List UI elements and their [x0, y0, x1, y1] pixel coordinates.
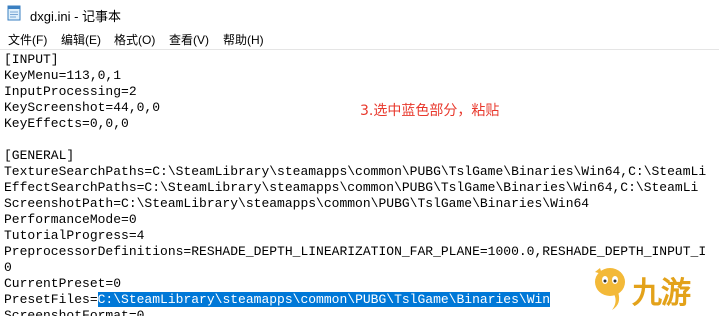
text-line: PerformanceMode=0	[4, 212, 137, 227]
text-line: ScreenshotPath=C:\SteamLibrary\steamapps…	[4, 196, 590, 211]
selected-text[interactable]: C:\SteamLibrary\steamapps\common\PUBG\Ts…	[97, 292, 551, 307]
menu-format[interactable]: 格式(O)	[114, 31, 155, 48]
text-line: 0	[4, 260, 12, 275]
title-bar: dxgi.ini - 记事本	[0, 0, 719, 27]
text-line: KeyScreenshot=44,0,0	[4, 100, 161, 115]
text-line: CurrentPreset=0	[4, 276, 122, 291]
text-line: EffectSearchPaths=C:\SteamLibrary\steama…	[4, 180, 699, 195]
text-line: KeyEffects=0,0,0	[4, 116, 129, 131]
text-line: [GENERAL]	[4, 148, 75, 163]
text-line: TutorialProgress=4	[4, 228, 145, 243]
text-line: ScreenshotFormat=0	[4, 308, 145, 316]
menu-bar: 文件(F) 编辑(E) 格式(O) 查看(V) 帮助(H)	[0, 27, 719, 50]
menu-view[interactable]: 查看(V)	[169, 31, 209, 48]
menu-file[interactable]: 文件(F)	[8, 31, 47, 48]
notepad-icon	[7, 5, 21, 21]
menu-help[interactable]: 帮助(H)	[223, 31, 264, 48]
text-line: PreprocessorDefinitions=RESHADE_DEPTH_LI…	[4, 244, 707, 259]
text-line: TextureSearchPaths=C:\SteamLibrary\steam…	[4, 164, 707, 179]
text-line: KeyMenu=113,0,1	[4, 68, 122, 83]
window-title: dxgi.ini - 记事本	[30, 9, 122, 24]
preset-files-key: PresetFiles=	[4, 292, 98, 307]
instruction-annotation: 3.选中蓝色部分，粘贴	[360, 103, 500, 119]
watermark-text: 九游	[632, 276, 691, 311]
watermark-logo-icon	[595, 268, 625, 310]
text-line: InputProcessing=2	[4, 84, 137, 99]
text-line: [INPUT]	[4, 52, 59, 67]
preset-files-line: PresetFiles=C:\SteamLibrary\steamapps\co…	[4, 292, 551, 307]
menu-edit[interactable]: 编辑(E)	[61, 31, 101, 48]
jiuyou-watermark: 九游	[580, 262, 715, 316]
